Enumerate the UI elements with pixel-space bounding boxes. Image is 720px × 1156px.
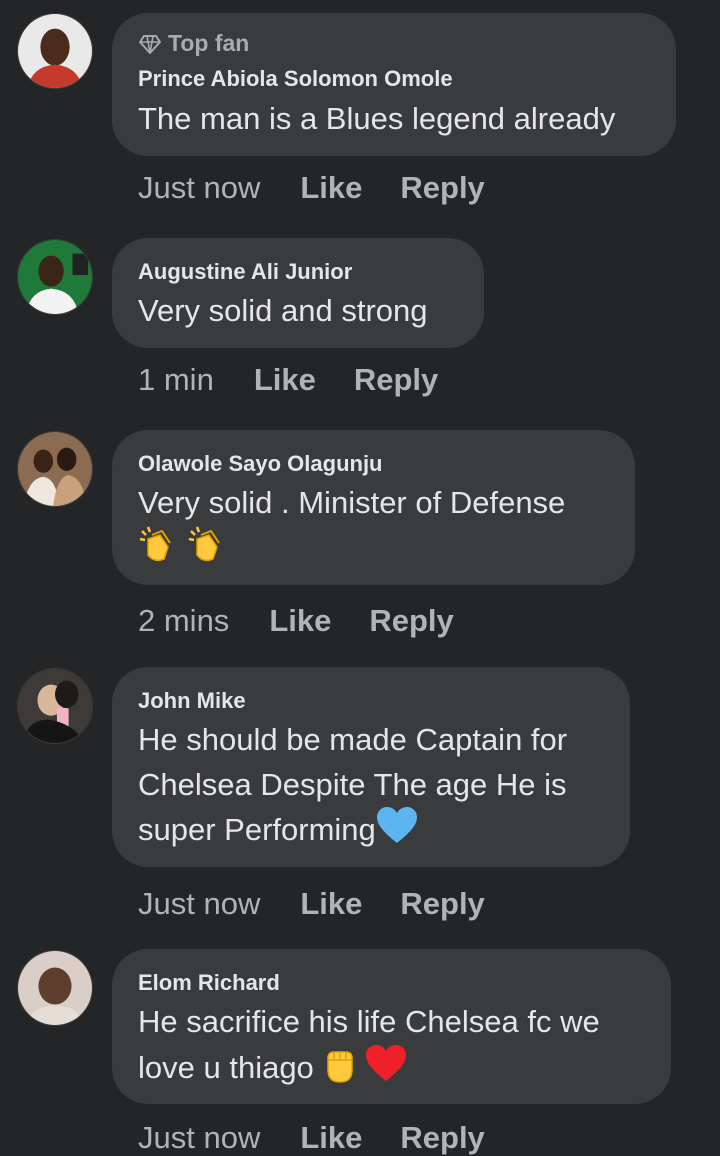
comment-text-line-with-emoji: love u thiago xyxy=(138,1044,651,1096)
avatar[interactable] xyxy=(17,950,93,1026)
comment-author[interactable]: Olawole Sayo Olagunju xyxy=(138,451,383,477)
avatar[interactable] xyxy=(17,239,93,315)
comment-author[interactable]: Elom Richard xyxy=(138,970,280,996)
comment-bubble: Elom Richard He sacrifice his life Chels… xyxy=(112,949,671,1104)
reply-button[interactable]: Reply xyxy=(400,886,484,922)
comment-time[interactable]: 2 mins xyxy=(138,603,229,639)
comment-actions: Just now Like Reply xyxy=(138,170,523,206)
like-button[interactable]: Like xyxy=(300,886,362,922)
comment-item: Elom Richard He sacrifice his life Chels… xyxy=(0,936,720,1155)
avatar-photo-icon xyxy=(18,432,92,506)
comment-text: He sacrifice his life Chelsea fc we love… xyxy=(138,999,651,1096)
comment-text-line: He should be made Captain for xyxy=(138,722,568,757)
comment-item: John Mike He should be made Captain for … xyxy=(0,654,720,944)
comment-text: Very solid . Minister of Defense xyxy=(138,480,615,570)
avatar-photo-icon xyxy=(18,669,92,743)
comment-author[interactable]: Augustine Ali Junior xyxy=(138,259,352,285)
red-heart-icon xyxy=(365,1045,407,1095)
comment-time[interactable]: 1 min xyxy=(138,362,214,398)
like-button[interactable]: Like xyxy=(300,170,362,206)
comment-actions: Just now Like Reply xyxy=(138,1120,523,1156)
reply-button[interactable]: Reply xyxy=(400,170,484,206)
avatar[interactable] xyxy=(17,668,93,744)
comment-item: Augustine Ali Junior Very solid and stro… xyxy=(0,225,720,415)
comment-time[interactable]: Just now xyxy=(138,1120,260,1156)
badge-label: Top fan xyxy=(168,30,250,56)
comment-text: The man is a Blues legend already xyxy=(138,101,616,136)
comment-actions: 2 mins Like Reply xyxy=(138,603,492,639)
comment-bubble: Augustine Ali Junior Very solid and stro… xyxy=(112,238,484,348)
clapping-hands-icon xyxy=(187,525,227,577)
comment-text-line: super Performing xyxy=(138,812,376,848)
diamond-icon xyxy=(139,34,161,54)
reply-button[interactable]: Reply xyxy=(369,603,453,639)
like-button[interactable]: Like xyxy=(300,1120,362,1156)
comment-bubble: Top fan Prince Abiola Solomon Omole The … xyxy=(112,13,676,156)
avatar-photo-icon xyxy=(18,14,92,88)
reply-button[interactable]: Reply xyxy=(400,1120,484,1156)
comment-bubble: John Mike He should be made Captain for … xyxy=(112,667,630,867)
comment-text-line-with-emoji: super Performing xyxy=(138,807,610,857)
avatar[interactable] xyxy=(17,13,93,89)
comment-actions: Just now Like Reply xyxy=(138,886,523,922)
comment-time[interactable]: Just now xyxy=(138,170,260,206)
comment-text: Very solid and strong xyxy=(138,293,428,328)
clapping-hands-icon xyxy=(138,525,178,577)
comment-bubble: Olawole Sayo Olagunju Very solid . Minis… xyxy=(112,430,635,585)
avatar[interactable] xyxy=(17,431,93,507)
comment-text-line: He sacrifice his life Chelsea fc we xyxy=(138,1004,600,1039)
like-button[interactable]: Like xyxy=(269,603,331,639)
comment-text-line: love u thiago xyxy=(138,1050,314,1086)
comment-text-line: Very solid . Minister of Defense xyxy=(138,485,566,520)
comment-author[interactable]: John Mike xyxy=(138,688,246,714)
emoji-row xyxy=(138,525,615,570)
reply-button[interactable]: Reply xyxy=(354,362,438,398)
top-fan-badge: Top fan xyxy=(138,30,249,57)
comment-time[interactable]: Just now xyxy=(138,886,260,922)
avatar-photo-icon xyxy=(18,951,92,1025)
comment-text: He should be made Captain for Chelsea De… xyxy=(138,717,610,857)
comment-actions: 1 min Like Reply xyxy=(138,362,476,398)
comment-text-line: Chelsea Despite The age He is xyxy=(138,767,567,802)
comment-item: Olawole Sayo Olagunju Very solid . Minis… xyxy=(0,417,720,667)
like-button[interactable]: Like xyxy=(254,362,316,398)
comment-author[interactable]: Prince Abiola Solomon Omole xyxy=(138,66,453,92)
avatar-photo-icon xyxy=(18,240,92,314)
blue-heart-icon xyxy=(376,807,418,857)
raised-fist-icon xyxy=(322,1044,356,1096)
comment-item: Top fan Prince Abiola Solomon Omole The … xyxy=(0,0,720,225)
